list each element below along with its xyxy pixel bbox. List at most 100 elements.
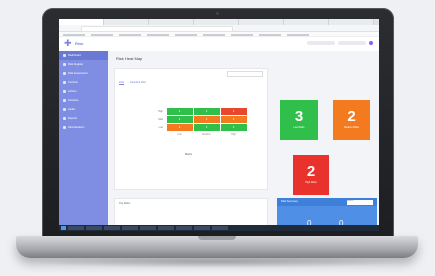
heatmap-cell[interactable]: 0 xyxy=(220,115,247,123)
heatmap-row: Med 0 0 0 xyxy=(147,115,247,123)
os-taskbar xyxy=(59,225,379,231)
heatmap-cell[interactable]: 0 xyxy=(166,107,193,115)
heatmap-col-label: Low xyxy=(177,133,182,136)
heatmap-cell[interactable]: 0 xyxy=(193,123,220,131)
start-button[interactable] xyxy=(61,226,66,230)
stat-label: Low Risks xyxy=(293,126,305,129)
summary-title: Risk Summary xyxy=(281,200,298,203)
heatmap-row-label: Low xyxy=(158,125,163,129)
header-actions xyxy=(307,41,373,45)
clipboard-icon xyxy=(63,108,66,111)
alert-icon xyxy=(63,99,66,102)
sidebar-item-reports[interactable]: Reports xyxy=(59,114,108,123)
stat-value: 2 xyxy=(347,108,356,125)
tab-risk[interactable]: Risk xyxy=(119,81,125,85)
stat-tile-medium[interactable]: 2 Medium Risks xyxy=(333,100,370,140)
logo-text: Risk xyxy=(75,41,84,46)
bookmark-item[interactable] xyxy=(63,33,85,36)
stat-label: Medium Risks xyxy=(343,126,359,129)
main-content: Risk Heat Map Risk Residual Risk High 0 … xyxy=(108,51,379,231)
shield-icon xyxy=(63,81,66,84)
webcam-icon xyxy=(216,12,219,15)
stat-tile-low[interactable]: 3 Low Risks xyxy=(280,100,318,140)
sidebar: Dashboard Risk Register Risk Assessment … xyxy=(59,51,108,231)
summary-header: Risk Summary Search xyxy=(277,198,377,206)
sidebar-item-label: Actions xyxy=(68,90,77,93)
heatmap-tabs: Risk Residual Risk xyxy=(119,81,146,85)
header-user-menu[interactable] xyxy=(338,41,366,45)
sidebar-item-controls[interactable]: Controls xyxy=(59,78,108,87)
heatmap-cell[interactable]: 0 xyxy=(166,115,193,123)
heatmap-col-label: Medium xyxy=(202,133,211,136)
bookmark-item[interactable] xyxy=(231,33,253,36)
summary-search-input[interactable]: Search xyxy=(347,199,373,205)
heatmap-cell[interactable]: 0 xyxy=(166,123,193,131)
stat-tile-high[interactable]: 2 High Risks xyxy=(293,155,329,195)
heatmap-cell[interactable]: 0 xyxy=(193,115,220,123)
check-icon xyxy=(63,90,66,93)
bookmark-item[interactable] xyxy=(147,33,169,36)
bookmark-item[interactable] xyxy=(119,33,141,36)
sidebar-item-administration[interactable]: Administration xyxy=(59,123,108,132)
sidebar-item-risk-assessment[interactable]: Risk Assessment xyxy=(59,69,108,78)
taskbar-item[interactable] xyxy=(194,226,210,230)
laptop-screen: ✚ Risk Dashboard Risk Register Risk Asse… xyxy=(59,19,379,231)
stat-value: 2 xyxy=(306,163,316,180)
user-avatar[interactable] xyxy=(369,41,373,45)
sidebar-item-risk-register[interactable]: Risk Register xyxy=(59,60,108,69)
heatmap-cell[interactable]: 0 xyxy=(220,123,247,131)
dashboard-icon xyxy=(63,54,66,57)
sidebar-item-label: Risk Assessment xyxy=(68,72,88,75)
sidebar-item-label: Audits xyxy=(68,108,76,111)
sidebar-item-label: Risk Register xyxy=(68,63,84,66)
taskbar-item[interactable] xyxy=(86,226,102,230)
risk-heatmap: High 0 0 0 Med 0 0 0 Low 0 0 0 Low Mediu… xyxy=(147,107,247,136)
gear-icon xyxy=(63,126,66,129)
stat-label: High Risks xyxy=(305,181,317,184)
taskbar-item[interactable] xyxy=(158,226,174,230)
heatmap-cell[interactable]: 0 xyxy=(220,107,247,115)
filter-select[interactable] xyxy=(227,71,263,77)
sidebar-item-label: Dashboard xyxy=(68,54,81,57)
taskbar-item[interactable] xyxy=(68,226,84,230)
heatmap-column-labels: Low Medium High xyxy=(147,133,247,136)
cross-logo-icon: ✚ xyxy=(64,38,72,48)
sidebar-item-label: Incidents xyxy=(68,99,79,102)
heatmap-row-label: Med xyxy=(158,117,163,121)
header-search[interactable] xyxy=(307,41,335,45)
chart-icon xyxy=(63,117,66,120)
sidebar-item-dashboard[interactable]: Dashboard xyxy=(59,51,108,60)
sidebar-item-label: Administration xyxy=(68,126,85,129)
bookmark-item[interactable] xyxy=(91,33,113,36)
taskbar-item[interactable] xyxy=(122,226,138,230)
taskbar-item[interactable] xyxy=(176,226,192,230)
app-logo[interactable]: ✚ Risk xyxy=(64,39,83,48)
assessment-icon xyxy=(63,72,66,75)
heatmap-row: High 0 0 0 xyxy=(147,107,247,115)
card-heading: Top Risks xyxy=(119,202,131,205)
sidebar-item-incidents[interactable]: Incidents xyxy=(59,96,108,105)
heatmap-card: Risk Residual Risk High 0 0 0 Med 0 0 0 … xyxy=(114,68,268,190)
laptop-notch xyxy=(198,236,236,240)
heatmap-row: Low 0 0 0 xyxy=(147,123,247,131)
bookmark-item[interactable] xyxy=(259,33,281,36)
taskbar-item[interactable] xyxy=(212,226,228,230)
list-icon xyxy=(63,63,66,66)
stat-value: 3 xyxy=(294,108,304,125)
heatmap-row-label: High xyxy=(158,109,163,113)
taskbar-item[interactable] xyxy=(140,226,156,230)
heatmap-col-label: High xyxy=(231,133,236,136)
bookmark-item[interactable] xyxy=(203,33,225,36)
browser-address-bar xyxy=(59,25,379,32)
matrix-caption: Matrix xyxy=(185,153,193,156)
sidebar-item-label: Reports xyxy=(68,117,78,120)
heatmap-cell[interactable]: 0 xyxy=(193,107,220,115)
sidebar-item-label: Controls xyxy=(68,81,78,84)
sidebar-item-audits[interactable]: Audits xyxy=(59,105,108,114)
sidebar-item-actions[interactable]: Actions xyxy=(59,87,108,96)
taskbar-item[interactable] xyxy=(104,226,120,230)
app-header: ✚ Risk xyxy=(59,37,379,52)
tab-residual-risk[interactable]: Residual Risk xyxy=(130,81,146,85)
bookmark-item[interactable] xyxy=(287,33,309,36)
bookmark-item[interactable] xyxy=(175,33,197,36)
